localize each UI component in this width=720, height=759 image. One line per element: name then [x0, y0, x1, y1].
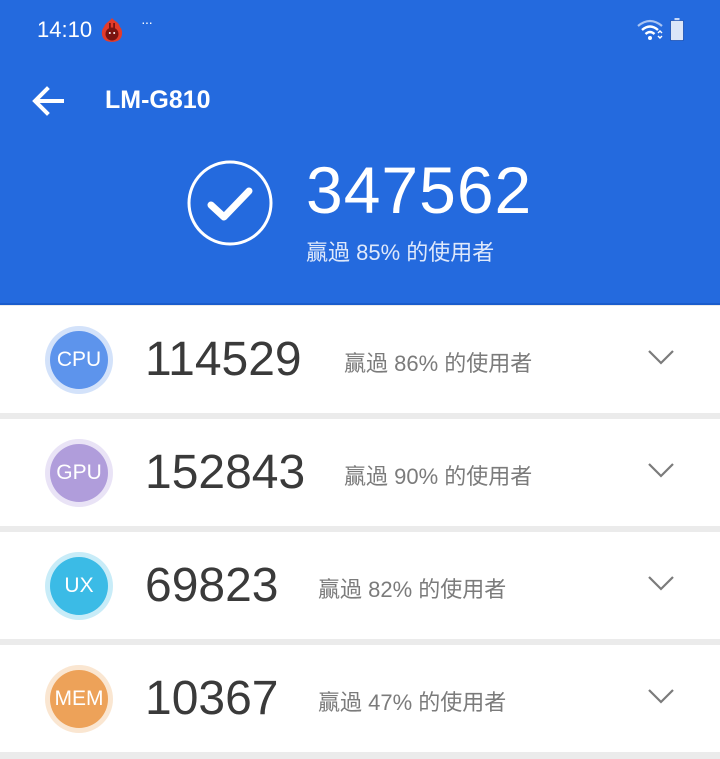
total-rank-text: 贏過 85% 的使用者 — [306, 240, 495, 265]
gpu-rank-text: 贏過 90% 的使用者 — [344, 464, 533, 489]
category-card-gpu[interactable]: GPU 152843 贏過 90% 的使用者 — [0, 419, 720, 526]
category-card-cpu[interactable]: CPU 114529 贏過 86% 的使用者 — [0, 306, 720, 413]
ux-rank-text: 贏過 82% 的使用者 — [318, 577, 507, 602]
ux-score: 69823 — [145, 559, 279, 612]
chevron-down-icon[interactable] — [646, 460, 676, 480]
antutu-app-icon — [101, 18, 123, 42]
battery-icon — [670, 18, 684, 41]
category-card-mem[interactable]: MEM 10367 贏過 47% 的使用者 — [0, 645, 720, 752]
ux-badge-label: UX — [50, 557, 108, 615]
gpu-badge: GPU — [45, 439, 113, 507]
status-time: 14:10 — [37, 17, 93, 42]
mem-score: 10367 — [145, 672, 279, 725]
wifi-icon — [637, 19, 663, 40]
cpu-badge: CPU — [45, 326, 113, 394]
cpu-score: 114529 — [145, 333, 302, 386]
score-header: 14:10 ··· LM-G810 347562 贏過 85% 的使用者 — [0, 0, 720, 305]
total-score: 347562 — [306, 153, 533, 227]
chevron-down-icon[interactable] — [646, 347, 676, 367]
chevron-down-icon[interactable] — [646, 573, 676, 593]
device-title: LM-G810 — [105, 86, 211, 114]
mem-badge: MEM — [45, 665, 113, 733]
gpu-score: 152843 — [145, 446, 306, 499]
cpu-rank-text: 贏過 86% 的使用者 — [344, 351, 533, 376]
chevron-down-icon[interactable] — [646, 686, 676, 706]
status-bar: 14:10 ··· — [0, 0, 720, 60]
more-notifications-icon: ··· — [141, 14, 153, 30]
gpu-badge-label: GPU — [50, 444, 108, 502]
ux-badge: UX — [45, 552, 113, 620]
back-button[interactable] — [30, 84, 66, 118]
mem-badge-label: MEM — [50, 670, 108, 728]
mem-rank-text: 贏過 47% 的使用者 — [318, 690, 507, 715]
cpu-badge-label: CPU — [50, 331, 108, 389]
check-circle-icon — [187, 160, 273, 246]
category-card-ux[interactable]: UX 69823 贏過 82% 的使用者 — [0, 532, 720, 639]
